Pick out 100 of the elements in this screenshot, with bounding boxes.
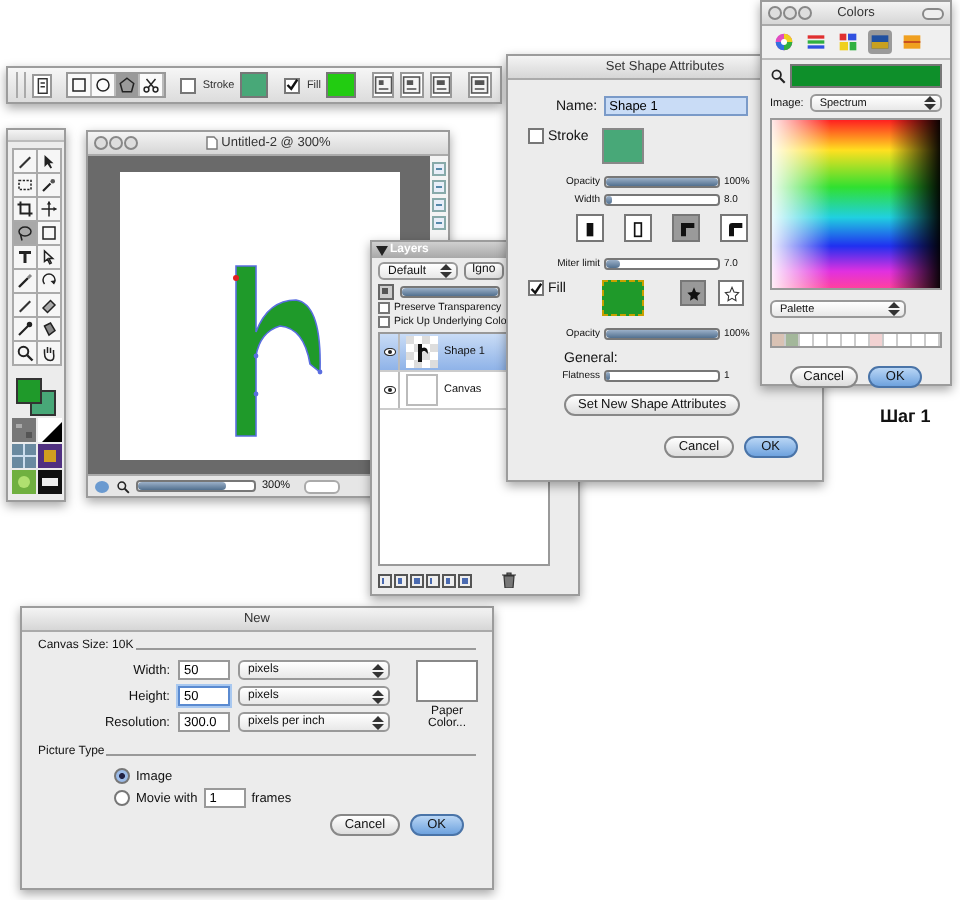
tool-button[interactable]	[13, 173, 35, 196]
eye-icon[interactable]	[383, 386, 395, 394]
search-icon[interactable]	[770, 68, 786, 84]
view-icon[interactable]	[432, 162, 446, 176]
tool-button[interactable]	[13, 293, 35, 316]
layer-action-icon[interactable]	[426, 573, 440, 587]
toolbar-toggle-button[interactable]	[922, 8, 944, 20]
color-swatch[interactable]	[884, 334, 898, 346]
tool-button[interactable]	[140, 74, 165, 96]
scrollbar[interactable]	[304, 479, 341, 493]
tool-button[interactable]	[37, 245, 59, 268]
layer-action-icon[interactable]	[458, 573, 472, 587]
fill-style-button[interactable]	[718, 280, 744, 306]
checkbox[interactable]	[284, 77, 301, 93]
color-mode-tab[interactable]	[836, 30, 860, 54]
layer-action-icon[interactable]	[410, 573, 424, 587]
layer-action-icon[interactable]	[442, 573, 456, 587]
color-swatch[interactable]	[912, 334, 926, 346]
layer-action-icon[interactable]	[378, 573, 392, 587]
panel-icon[interactable]	[400, 72, 424, 98]
slider[interactable]	[604, 258, 720, 270]
tool-button[interactable]	[37, 197, 59, 220]
tool-button[interactable]	[13, 149, 35, 172]
color-swatch[interactable]	[828, 334, 842, 346]
text-tool-icon	[15, 247, 33, 266]
texture-icon[interactable]	[11, 418, 35, 442]
join-style-button[interactable]	[576, 214, 604, 242]
window-controls-drawing[interactable]	[94, 136, 138, 150]
tool-button[interactable]	[37, 173, 59, 196]
checkbox[interactable]	[378, 316, 390, 328]
tool-button[interactable]	[92, 74, 117, 96]
panel-icon[interactable]	[429, 72, 453, 98]
color-swatch[interactable]	[842, 334, 856, 346]
tool-button[interactable]	[68, 74, 93, 96]
stroke-color-swatch[interactable]	[240, 72, 269, 98]
stroke-color-swatch[interactable]	[602, 128, 644, 164]
color-swatch[interactable]	[870, 334, 884, 346]
color-swatch[interactable]	[786, 334, 800, 346]
color-swatch[interactable]	[856, 334, 870, 346]
slider[interactable]	[136, 480, 256, 492]
color-spectrum[interactable]	[770, 118, 942, 290]
checkbox[interactable]	[378, 302, 390, 314]
fill-color-swatch[interactable]	[602, 280, 644, 316]
radio-button[interactable]	[114, 790, 130, 806]
fill-style-button[interactable]	[680, 280, 706, 306]
crop-icon	[15, 199, 33, 218]
tool-button[interactable]	[116, 74, 141, 96]
tool-button[interactable]	[37, 293, 59, 316]
join-style-button[interactable]	[624, 214, 652, 242]
eye-icon[interactable]	[383, 348, 395, 356]
fill-color-swatch[interactable]	[16, 377, 42, 404]
color-swatch[interactable]	[772, 334, 786, 346]
tool-button[interactable]	[13, 269, 35, 292]
checkbox[interactable]	[180, 77, 197, 93]
disclosure-triangle-icon[interactable]	[376, 245, 388, 255]
trash-icon[interactable]	[502, 572, 516, 588]
tool-button[interactable]	[37, 341, 59, 364]
color-mode-tab[interactable]	[804, 30, 828, 54]
color-mode-tab[interactable]	[900, 30, 924, 54]
view-icon[interactable]	[432, 180, 446, 194]
slider[interactable]	[604, 194, 720, 206]
fill-color-swatch[interactable]	[326, 72, 356, 98]
tool-button[interactable]	[13, 317, 35, 340]
tool-button[interactable]	[37, 149, 59, 172]
join-style-button[interactable]	[720, 214, 748, 242]
checkbox[interactable]	[528, 280, 544, 296]
view-icon[interactable]	[432, 198, 446, 212]
paper-color-swatch[interactable]	[416, 660, 478, 702]
tool-button[interactable]	[37, 317, 59, 340]
slider[interactable]	[604, 370, 720, 382]
crayons-icon	[902, 32, 922, 52]
checkbox[interactable]	[528, 128, 544, 144]
tool-button[interactable]	[13, 341, 35, 364]
layer-mask-icon[interactable]	[378, 284, 394, 300]
layer-action-icon[interactable]	[394, 573, 408, 587]
color-swatch[interactable]	[898, 334, 912, 346]
window-controls-drawing[interactable]	[768, 6, 812, 20]
join-style-button[interactable]	[672, 214, 700, 242]
color-swatch[interactable]	[800, 334, 814, 346]
shape-drawing[interactable]	[232, 264, 322, 436]
texture-icon[interactable]	[37, 444, 61, 468]
texture-icon[interactable]	[37, 470, 61, 494]
radio-button[interactable]	[114, 768, 130, 784]
tool-button[interactable]	[13, 221, 35, 244]
panel-icon[interactable]	[468, 72, 492, 98]
view-icon[interactable]	[432, 216, 446, 230]
panel-icon[interactable]	[371, 72, 395, 98]
grip-handle[interactable]	[16, 72, 26, 98]
zoom-icon[interactable]	[116, 479, 130, 493]
tool-button[interactable]	[13, 197, 35, 220]
wand-icon	[39, 175, 57, 194]
pencil-icon	[15, 295, 33, 314]
color-mode-tab[interactable]	[868, 30, 892, 54]
color-swatch[interactable]	[814, 334, 828, 346]
tool-button[interactable]	[37, 221, 59, 244]
tool-button[interactable]	[13, 245, 35, 268]
tool-button[interactable]	[37, 269, 59, 292]
color-swatch[interactable]	[926, 334, 940, 346]
color-mode-tab[interactable]	[772, 30, 796, 54]
texture-icon[interactable]	[37, 418, 61, 442]
